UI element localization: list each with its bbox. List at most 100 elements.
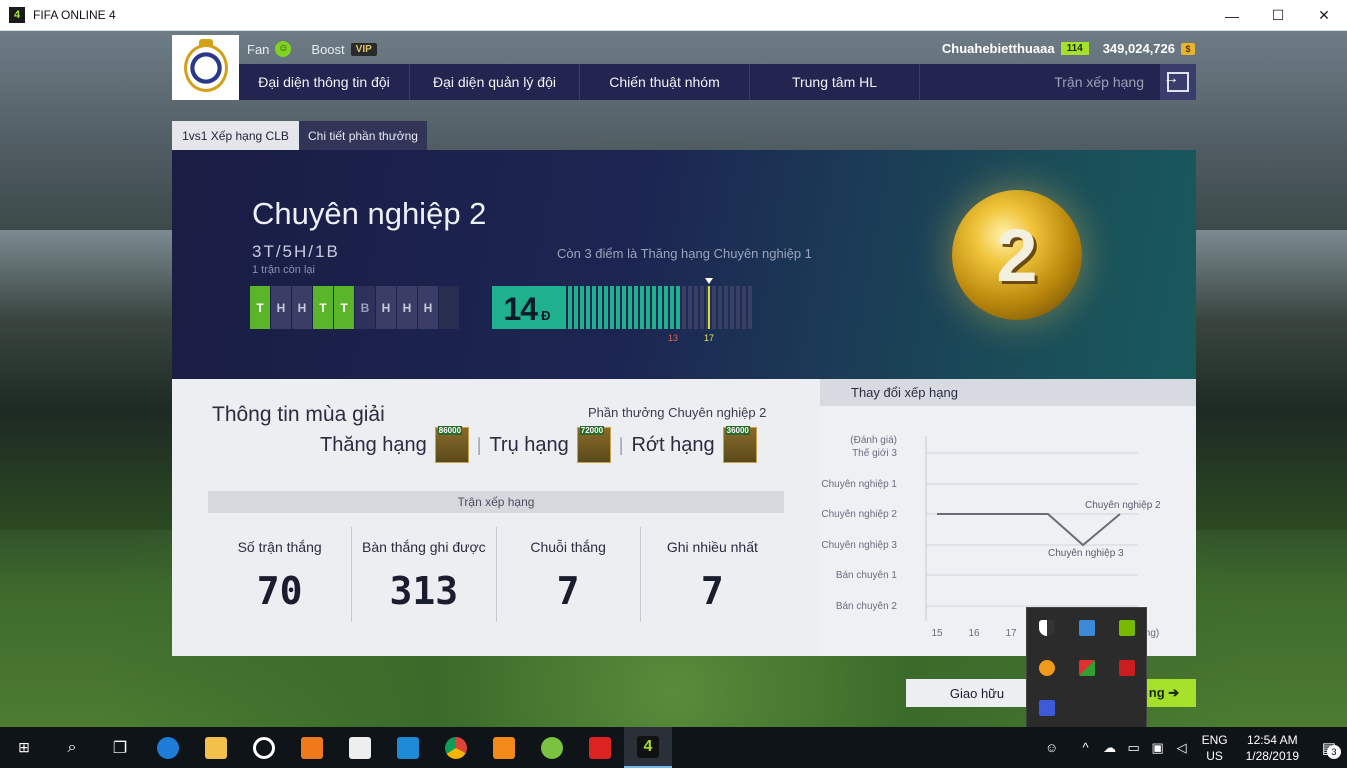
chrome-button[interactable] (432, 727, 480, 768)
reward-ticket-icon[interactable]: 86000 (434, 426, 469, 463)
updater-icon[interactable] (1039, 660, 1055, 676)
vscode-button[interactable] (384, 727, 432, 768)
network-app-icon[interactable] (1079, 620, 1095, 636)
tab-club-ranking[interactable]: 1vs1 Xếp hạng CLB (172, 121, 299, 150)
y-label-heading: (Đánh giá) (850, 435, 897, 446)
edge-button[interactable] (144, 727, 192, 768)
reward-ticket-icon[interactable]: 72000 (576, 426, 611, 463)
explorer-button[interactable] (192, 727, 240, 768)
progress-segment (616, 286, 620, 329)
taskbar: ⊞ ⌕ ❐ 4 ☺ ^ ☁ ▭ ▣ ◁ ENG US 12:54 AM 1/28… (0, 727, 1347, 768)
garena-icon (589, 736, 611, 759)
fifa-online-button[interactable]: 4 (624, 727, 672, 768)
match-result: T (313, 286, 333, 329)
xampp-button[interactable] (288, 727, 336, 768)
app-button[interactable] (240, 727, 288, 768)
progress-segment (748, 286, 752, 329)
match-result: H (418, 286, 438, 329)
stat-wins: Số trận thắng 70 (208, 527, 353, 622)
target-icon (253, 736, 275, 759)
nvidia-icon[interactable] (1119, 620, 1135, 636)
nav-training-center[interactable]: Trung tâm HL (750, 64, 920, 100)
progress-segment (736, 286, 740, 329)
coin-icon: $ (1181, 42, 1195, 55)
clock[interactable]: 12:54 AM 1/28/2019 (1246, 732, 1299, 764)
battery-icon[interactable]: ▭ (1122, 740, 1146, 756)
match-result: T (334, 286, 354, 329)
progress-segment (652, 286, 656, 329)
tick-target: 17 (704, 333, 715, 343)
match-history: THHTTBHHH (250, 286, 459, 329)
garena-tray-icon[interactable] (1119, 660, 1135, 676)
exit-button[interactable] (1160, 64, 1196, 100)
network-icon[interactable]: ▣ (1146, 740, 1170, 756)
garena-button[interactable] (576, 727, 624, 768)
reward-title: Phần thưởng Chuyên nghiệp 2 (588, 405, 767, 420)
stat-streak: Chuỗi thắng 7 (497, 527, 641, 622)
clock-date: 1/28/2019 (1245, 748, 1299, 763)
match-result (439, 286, 459, 329)
nav-tactics[interactable]: Chiến thuật nhóm (580, 64, 750, 100)
points-unit: Đ (541, 308, 551, 323)
onedrive-icon[interactable]: ☁ (1098, 740, 1122, 756)
points-box: 14 Đ (492, 286, 562, 329)
task-view-button[interactable]: ❐ (96, 727, 144, 768)
app2-button[interactable] (336, 727, 384, 768)
app-icon: 4 (9, 7, 25, 23)
stadium-stand-left (0, 230, 172, 530)
reward-label: Rớt hạng (631, 433, 715, 456)
y-label: Thế giới 3 (852, 447, 897, 459)
reward-label: Thăng hạng (320, 433, 427, 456)
nav-team-info[interactable]: Đại diện thông tin đội (239, 64, 410, 100)
tray-app-icon[interactable] (1079, 660, 1095, 676)
defender-shield-icon[interactable] (1039, 620, 1055, 636)
y-label: Bán chuyên 1 (836, 570, 898, 581)
volume-icon[interactable]: ◁ (1170, 740, 1194, 756)
crest-icon (183, 38, 228, 92)
notification-button[interactable]: ▤ 3 (1311, 739, 1347, 759)
club-crest[interactable] (172, 35, 239, 100)
chrome-icon (445, 736, 467, 759)
reward-ticket-icon[interactable]: 36000 (722, 426, 757, 463)
maximize-button[interactable]: ☐ (1255, 0, 1301, 31)
rank-title: Chuyên nghiệp 2 (252, 196, 487, 231)
reward-list: Thăng hạng 86000 | Trụ hạng 72000 | Rớt … (320, 426, 757, 463)
clock-time: 12:54 AM (1246, 732, 1298, 747)
nav-ranked-match[interactable]: Trận xếp hạng (920, 64, 1160, 100)
progress-segment (670, 286, 674, 329)
language-code: ENG (1201, 732, 1228, 747)
input-language[interactable]: ENG US (1202, 732, 1228, 764)
reward-relegation: Rớt hạng 36000 (631, 426, 757, 463)
reward-amount: 86000 (437, 426, 463, 435)
minimize-button[interactable]: — (1209, 0, 1255, 31)
nav-team-management[interactable]: Đại diện quản lý đội (410, 64, 580, 100)
progress-segment (742, 286, 746, 329)
search-button[interactable]: ⌕ (48, 727, 96, 768)
separator: | (618, 434, 624, 455)
stat-value: 7 (700, 569, 724, 613)
chevron-up-icon[interactable]: ^ (1074, 740, 1098, 755)
progress-segment (724, 286, 728, 329)
stat-label: Chuỗi thắng (530, 539, 606, 555)
progress-segment (700, 286, 704, 329)
tab-reward-details[interactable]: Chi tiết phần thưởng (299, 121, 427, 150)
progress-segment (634, 286, 638, 329)
stat-value: 7 (556, 569, 580, 613)
blue-app-icon[interactable] (1039, 700, 1055, 716)
stat-most-goals: Ghi nhiều nhất 7 (641, 527, 784, 622)
promotion-note: Còn 3 điểm là Thăng hạng Chuyên nghiệp 1 (557, 246, 812, 261)
start-button[interactable]: ⊞ (0, 727, 48, 768)
coccoc-button[interactable] (528, 727, 576, 768)
x-label: 16 (968, 628, 980, 639)
progress-segment (574, 286, 578, 329)
people-icon[interactable]: ☺ (1040, 740, 1064, 755)
progress-segment (658, 286, 662, 329)
x-label: 17 (1005, 628, 1017, 639)
progress-segment (730, 286, 734, 329)
progress-segment (568, 286, 572, 329)
x-label: 15 (931, 628, 943, 639)
sublime-button[interactable] (480, 727, 528, 768)
close-button[interactable]: ✕ (1301, 0, 1347, 31)
progress-segment (646, 286, 650, 329)
grid-app-icon (349, 736, 371, 759)
